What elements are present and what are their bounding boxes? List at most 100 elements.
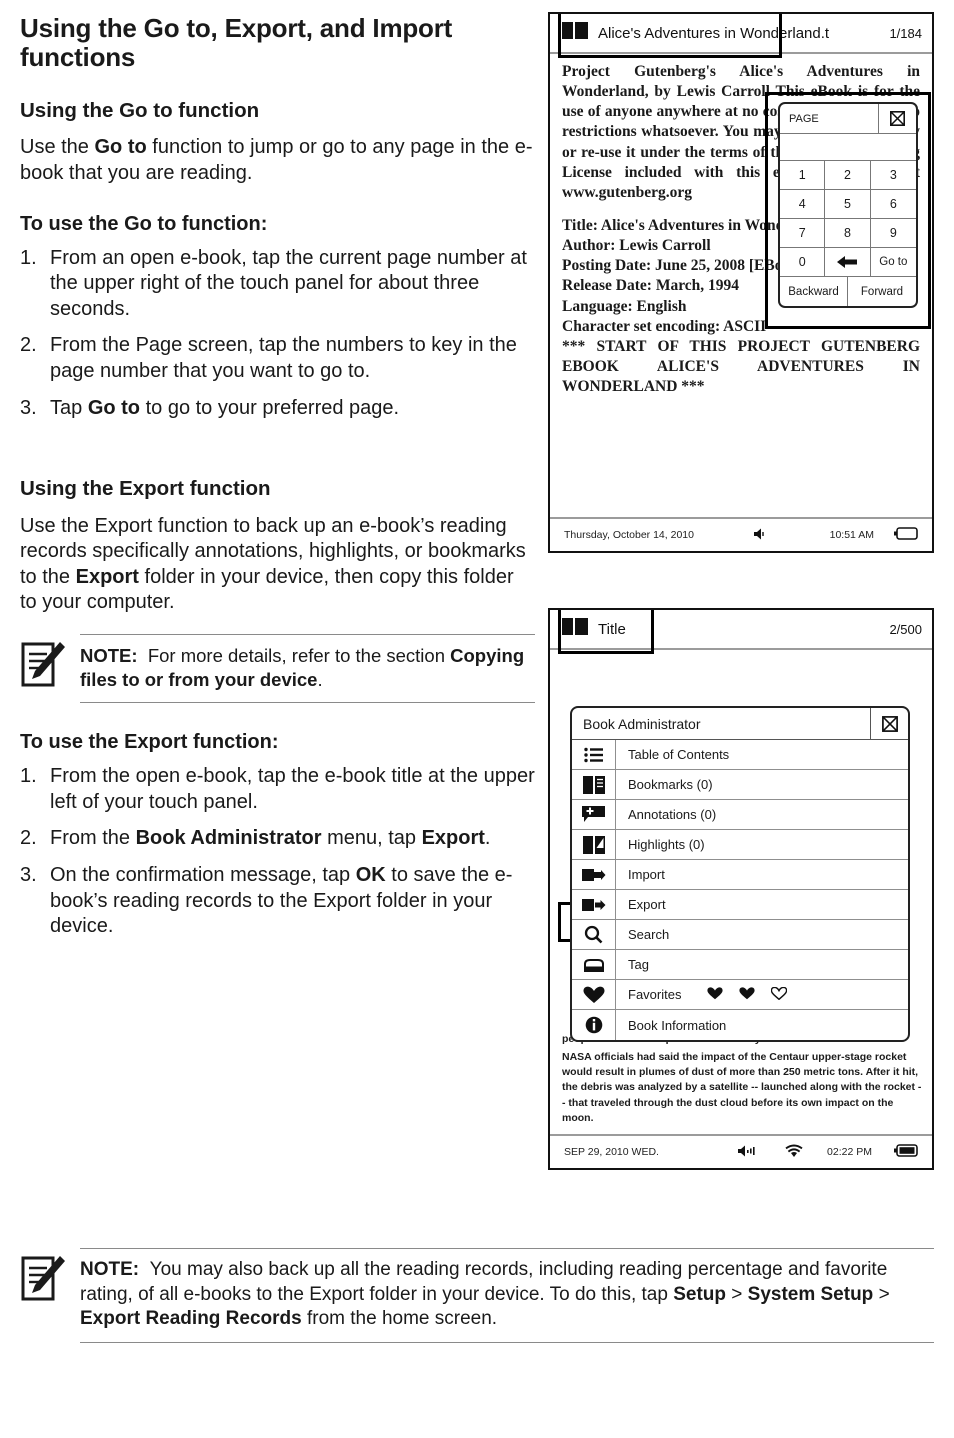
ebook-title[interactable]: Alice's Adventures in Wonderland.t	[598, 25, 829, 42]
heart-outline-icon[interactable]	[771, 986, 788, 1003]
favorites-label: Favorites	[628, 987, 682, 1002]
keypad-key-5[interactable]: 5	[825, 190, 871, 219]
keypad-key-4[interactable]: 4	[780, 190, 826, 219]
keypad-display-field[interactable]	[780, 134, 916, 161]
keypad-key-7[interactable]: 7	[780, 219, 826, 248]
status-date: SEP 29, 2010 WED.	[564, 1146, 659, 1158]
menu-item-search[interactable]: Search	[572, 920, 908, 950]
menu-item-label: Import	[628, 867, 665, 882]
note-pencil-icon	[20, 1248, 66, 1307]
note-pencil-icon	[20, 634, 66, 693]
export-intro-bold: Export	[75, 565, 139, 588]
page-indicator[interactable]: 2/500	[881, 622, 922, 637]
battery-icon	[894, 1144, 918, 1160]
step-pre: On the confirmation message, tap	[50, 863, 356, 886]
keypad-key-1[interactable]: 1	[780, 161, 826, 190]
step-text: From the Page screen, tap the numbers to…	[50, 334, 517, 382]
note-post: from the home screen.	[301, 1308, 498, 1330]
goto-intro-paragraph: Use the Go to function to jump or go to …	[20, 135, 535, 186]
step-mid: menu, tap	[321, 827, 422, 850]
page-keypad-dialog: PAGE 1 2 3 4 5 6 7 8 9 0 Go to Backward …	[778, 102, 918, 308]
note-label: NOTE:	[80, 1259, 140, 1280]
keypad-goto-button[interactable]: Go to	[870, 248, 916, 277]
ereader-screenshot-book-administrator: Title 2/500 people could find "a public …	[548, 608, 934, 1170]
keypad-backward-button[interactable]: Backward	[780, 277, 848, 306]
menu-item-label: Book Information	[628, 1017, 727, 1033]
heart-filled-icon[interactable]	[739, 986, 756, 1003]
backspace-arrow-icon[interactable]	[825, 248, 871, 277]
goto-steps-heading: To use the Go to function:	[20, 212, 268, 235]
menu-item-label: Favorites	[616, 986, 908, 1003]
list-item: On the confirmation message, tap OK to s…	[20, 863, 535, 940]
page-title: Using the Go to, Export, and Import func…	[20, 13, 453, 73]
note-post: .	[317, 669, 323, 691]
export-steps-heading: To use the Export function:	[20, 731, 279, 754]
keypad-key-8[interactable]: 8	[825, 219, 871, 248]
menu-item-label: Tag	[628, 957, 649, 972]
note-bold-export-reading-records: Export Reading Records	[80, 1308, 302, 1330]
keypad-key-6[interactable]: 6	[870, 190, 916, 219]
note-bold-setup: Setup	[673, 1283, 726, 1305]
heart-icon	[572, 980, 616, 1009]
note-bold-system-setup: System Setup	[747, 1283, 874, 1305]
note-text: NOTE: For more details, refer to the sec…	[80, 634, 535, 704]
note-sep-1: >	[725, 1283, 748, 1305]
menu-item-highlights[interactable]: Highlights (0)	[572, 830, 908, 860]
keypad-key-9[interactable]: 9	[870, 219, 916, 248]
list-item: Tap Go to to go to your preferred page.	[20, 396, 535, 422]
menu-item-book-information[interactable]: Book Information	[572, 1010, 908, 1040]
goto-steps-list: From an open e-book, tap the current pag…	[20, 246, 535, 422]
step-text: From an open e-book, tap the current pag…	[50, 246, 527, 320]
metadata-line: Character set encoding: ASCII	[562, 317, 767, 335]
speaker-icon	[753, 527, 770, 544]
keypad-titlebar: PAGE	[780, 104, 916, 134]
keypad-forward-button[interactable]: Forward	[848, 277, 916, 306]
page-indicator[interactable]: 1/184	[881, 26, 922, 41]
keypad-key-0[interactable]: 0	[780, 248, 826, 277]
menu-item-label: Annotations (0)	[628, 807, 717, 822]
import-arrow-icon	[572, 860, 616, 889]
export-arrow-icon	[572, 890, 616, 919]
wifi-icon	[785, 1144, 803, 1161]
step-bold: Go to	[87, 396, 141, 419]
step-pre: From the	[50, 827, 136, 850]
menu-item-label: Export	[628, 897, 666, 912]
menu-item-bookmarks[interactable]: Bookmarks (0)	[572, 770, 908, 800]
export-intro-paragraph: Use the Export function to back up an e-…	[20, 514, 535, 616]
info-circle-icon	[572, 1010, 616, 1040]
ereader-header-bar: Alice's Adventures in Wonderland.t 1/184	[550, 14, 932, 58]
page-text-paragraph: NASA officials had said the impact of th…	[562, 1051, 922, 1124]
menu-item-annotations[interactable]: Annotations (0)	[572, 800, 908, 830]
section-heading-goto: Using the Go to function	[20, 98, 260, 122]
ebook-title[interactable]: Title	[598, 621, 626, 638]
status-time: 10:51 AM	[829, 529, 874, 541]
note-label: NOTE:	[80, 645, 138, 667]
list-item: From the Page screen, tap the numbers to…	[20, 333, 535, 384]
note-text: NOTE: You may also back up all the readi…	[80, 1248, 934, 1344]
book-glyph-icon	[562, 618, 588, 640]
heart-filled-icon[interactable]	[707, 986, 724, 1003]
step-bold: OK	[355, 863, 386, 886]
menu-item-table-of-contents[interactable]: Table of Contents	[572, 740, 908, 770]
ereader-status-bar: SEP 29, 2010 WED. 02:22 PM	[550, 1134, 932, 1168]
menu-item-label: Bookmarks (0)	[628, 777, 713, 792]
menu-item-label: Search	[628, 927, 670, 942]
menu-item-tag[interactable]: Tag	[572, 950, 908, 980]
menu-item-favorites[interactable]: Favorites	[572, 980, 908, 1010]
close-x-box-icon[interactable]	[870, 708, 908, 739]
highlight-pen-icon	[572, 830, 616, 859]
list-item: From an open e-book, tap the current pag…	[20, 246, 535, 323]
article-text-column: Using the Go to, Export, and Import func…	[20, 13, 535, 951]
menu-item-import[interactable]: Import	[572, 860, 908, 890]
book-administrator-panel: Book Administrator Table of Contents Boo…	[570, 706, 910, 1042]
close-x-box-icon[interactable]	[878, 104, 916, 133]
keypad-key-2[interactable]: 2	[825, 161, 871, 190]
step-post: .	[484, 827, 491, 850]
note-sep-2: >	[873, 1283, 890, 1305]
menu-item-export[interactable]: Export	[572, 890, 908, 920]
keypad-key-3[interactable]: 3	[870, 161, 916, 190]
book-glyph-icon	[562, 22, 588, 44]
favorites-rating[interactable]	[707, 986, 788, 1003]
list-item: From the Book Administrator menu, tap Ex…	[20, 826, 535, 852]
ereader-header-bar: Title 2/500	[550, 610, 932, 654]
